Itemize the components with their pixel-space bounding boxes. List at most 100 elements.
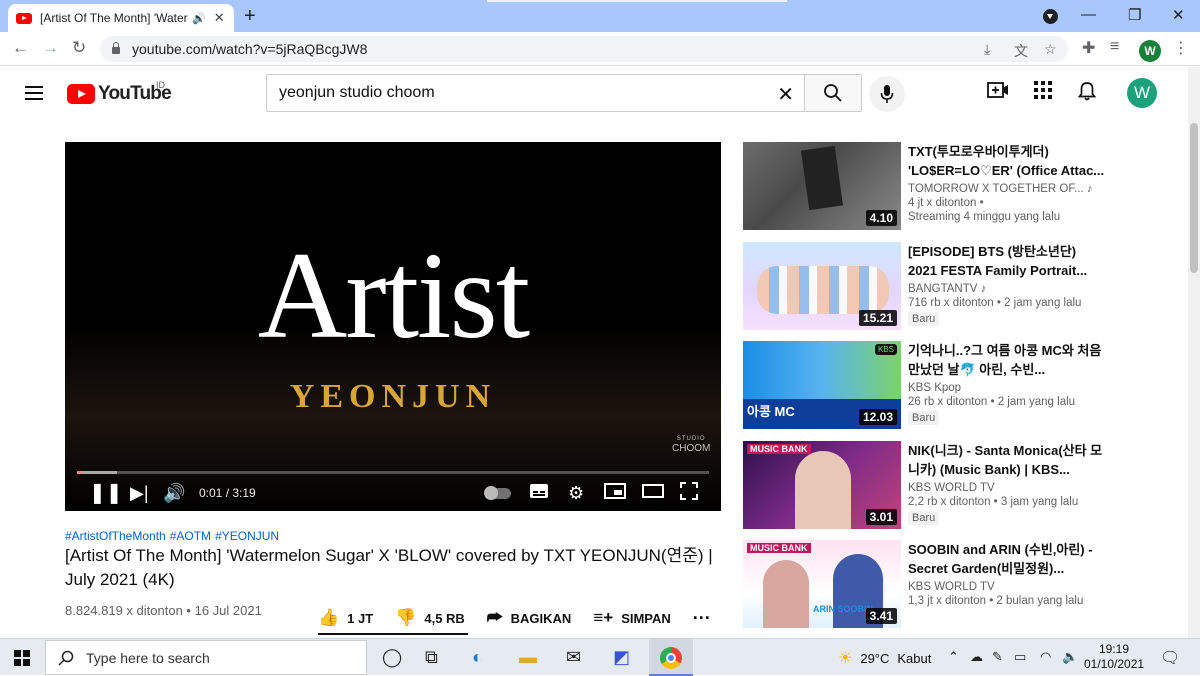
tab-close-icon[interactable]: ✕ bbox=[214, 10, 225, 26]
recommendation-channel[interactable]: BANGTANTV ♪ bbox=[908, 283, 1108, 295]
onedrive-cloud-icon[interactable]: ☁ bbox=[970, 649, 983, 665]
recommendation-info: NIK(니크) - Santa Monica(산타 모니카) (Music Ba… bbox=[908, 441, 1108, 526]
recommendation-channel[interactable]: KBS Kpop bbox=[908, 382, 1108, 394]
extensions-puzzle-icon[interactable]: ✚ bbox=[1082, 38, 1095, 58]
clock-date: 01/10/2021 bbox=[1084, 657, 1145, 671]
recommendation-title[interactable]: SOOBIN and ARIN (수빈,아린) - Secret Garden(… bbox=[908, 540, 1108, 578]
media-queue-icon[interactable]: ≡ bbox=[1110, 38, 1119, 56]
new-badge: Baru bbox=[908, 510, 940, 525]
recommendation-channel[interactable]: KBS WORLD TV bbox=[908, 482, 1108, 494]
hamburger-menu-icon[interactable] bbox=[25, 86, 43, 100]
taskbar-clock[interactable]: 19:19 01/10/2021 bbox=[1084, 642, 1144, 672]
recommendation-item[interactable]: 15.21 [EPISODE] BTS (방탄소년단) 2021 FESTA F… bbox=[743, 241, 1183, 342]
edge-browser-icon[interactable]: ◐ bbox=[472, 647, 483, 668]
watermark-text: CHOOM bbox=[672, 443, 711, 454]
theater-mode-icon[interactable] bbox=[642, 482, 664, 504]
install-app-icon[interactable]: ⤓ bbox=[984, 41, 990, 58]
task-view-icon[interactable]: ⧉ bbox=[425, 647, 438, 668]
like-button[interactable]: 👍 1 JT bbox=[318, 608, 373, 628]
recommendation-title[interactable]: TXT(투모로우바이투게더) 'LO$ER=LO♡ER' (Office Att… bbox=[908, 142, 1108, 180]
scrollbar-thumb[interactable] bbox=[1190, 123, 1198, 273]
mail-icon[interactable]: ✉ bbox=[566, 647, 581, 668]
back-arrow-icon[interactable]: ← bbox=[12, 38, 29, 58]
browser-menu-icon[interactable]: ⋮ bbox=[1173, 38, 1189, 58]
settings-gear-icon[interactable]: ⚙ bbox=[568, 482, 584, 504]
translate-icon[interactable]: 文 bbox=[1014, 41, 1028, 61]
volume-tray-icon[interactable]: 🔈 bbox=[1062, 649, 1078, 665]
account-avatar[interactable]: W bbox=[1127, 78, 1157, 108]
search-input-value: yeonjun studio choom bbox=[279, 84, 435, 101]
file-explorer-icon[interactable]: ▬ bbox=[519, 647, 537, 668]
video-player[interactable]: Artist YEONJUN STUDIO CHOOM ❚❚ ▶| 🔊 0:01… bbox=[65, 142, 721, 511]
search-button[interactable] bbox=[804, 74, 862, 112]
autoplay-toggle[interactable] bbox=[484, 486, 511, 500]
voice-search-button[interactable] bbox=[869, 76, 905, 112]
page-scrollbar[interactable] bbox=[1188, 67, 1200, 638]
taskbar-search-placeholder: Type here to search bbox=[86, 649, 210, 666]
browser-profile-avatar[interactable]: W bbox=[1139, 40, 1161, 62]
pause-icon[interactable]: ❚❚ bbox=[89, 482, 123, 504]
weather-widget[interactable]: ☀ 29°C Kabut bbox=[838, 648, 931, 668]
hashtags: #ArtistOfTheMonth #AOTM #YEONJUN bbox=[65, 529, 283, 543]
recommendation-item[interactable]: MUSIC BANK ARIN SOOBIN 3.41 SOOBIN and A… bbox=[743, 540, 1183, 640]
tab-search-icon[interactable] bbox=[1043, 9, 1058, 24]
new-tab-button[interactable]: + bbox=[244, 5, 256, 28]
hashtag-link[interactable]: #ArtistOfTheMonth bbox=[65, 529, 166, 543]
minimize-icon[interactable]: — bbox=[1081, 6, 1096, 23]
progress-bar[interactable] bbox=[77, 471, 709, 474]
browser-tab-active[interactable]: [Artist Of The Month] 'Watermelon Sugar'… bbox=[8, 4, 234, 32]
notifications-bell-icon[interactable] bbox=[1077, 81, 1097, 107]
more-actions-icon[interactable]: ··· bbox=[693, 608, 711, 629]
video-thumbnail[interactable]: 아콩 MC KBS 12.03 bbox=[743, 341, 901, 429]
fullscreen-icon[interactable] bbox=[680, 482, 698, 505]
recommendation-channel[interactable]: TOMORROW X TOGETHER OF... ♪ bbox=[908, 183, 1108, 195]
search-input[interactable]: yeonjun studio choom ✕ bbox=[266, 74, 804, 112]
address-url: youtube.com/watch?v=5jRaQBcgJW8 bbox=[132, 41, 368, 57]
time-display: 0:01 / 3:19 bbox=[199, 486, 256, 500]
apps-grid-icon[interactable] bbox=[1034, 81, 1052, 105]
share-button[interactable]: ⮫ BAGIKAN bbox=[487, 608, 572, 628]
restore-icon[interactable]: ❐ bbox=[1128, 6, 1141, 24]
pen-icon[interactable]: ✎ bbox=[992, 649, 1003, 665]
notification-center-icon[interactable]: 🗨 bbox=[1160, 648, 1180, 668]
chrome-taskbar-button[interactable] bbox=[649, 639, 693, 676]
video-thumbnail[interactable]: 15.21 bbox=[743, 241, 901, 330]
video-thumbnail[interactable]: MUSIC BANK 3.01 bbox=[743, 440, 901, 529]
volume-icon[interactable]: 🔊 bbox=[163, 482, 185, 504]
address-bar[interactable]: youtube.com/watch?v=5jRaQBcgJW8 ⤓ 文 ☆ bbox=[100, 36, 1068, 62]
thumbnail-text: 아콩 MC bbox=[747, 404, 795, 419]
country-code: ID bbox=[156, 80, 165, 90]
dislike-button[interactable]: 👎 4,5 RB bbox=[395, 608, 465, 628]
taskbar-search-box[interactable]: Type here to search bbox=[45, 640, 367, 675]
cortana-circle-icon[interactable]: ◯ bbox=[382, 647, 402, 668]
clear-search-icon[interactable]: ✕ bbox=[777, 82, 794, 107]
recommendation-title[interactable]: NIK(니크) - Santa Monica(산타 모니카) (Music Ba… bbox=[908, 441, 1108, 479]
recommendation-item[interactable]: 아콩 MC KBS 12.03 기억나니..?그 여름 아콩 MC와 처음 만났… bbox=[743, 341, 1183, 441]
bookmark-star-icon[interactable]: ☆ bbox=[1044, 41, 1057, 58]
recommendation-channel[interactable]: KBS WORLD TV bbox=[908, 581, 1108, 593]
close-window-icon[interactable]: ✕ bbox=[1172, 6, 1185, 24]
recommendation-title[interactable]: 기억나니..?그 여름 아콩 MC와 처음 만났던 날🐬 아린, 수빈... bbox=[908, 341, 1108, 379]
create-video-icon[interactable] bbox=[987, 81, 1009, 105]
save-button[interactable]: ≡+ SIMPAN bbox=[593, 608, 670, 628]
video-thumbnail[interactable]: MUSIC BANK ARIN SOOBIN 3.41 bbox=[743, 540, 901, 628]
windows-start-icon[interactable] bbox=[14, 650, 30, 666]
hashtag-link[interactable]: #YEONJUN bbox=[215, 529, 279, 543]
speaker-icon[interactable]: 🔊 bbox=[192, 12, 206, 25]
chevron-up-icon[interactable]: ⌃ bbox=[948, 649, 959, 665]
hashtag-link[interactable]: #AOTM bbox=[170, 529, 211, 543]
video-thumbnail[interactable]: 4.10 bbox=[743, 142, 901, 230]
battery-icon[interactable]: ▭ bbox=[1014, 649, 1026, 665]
subtitles-icon[interactable] bbox=[529, 482, 549, 504]
recommendation-item[interactable]: MUSIC BANK 3.01 NIK(니크) - Santa Monica(산… bbox=[743, 440, 1183, 541]
forward-arrow-icon[interactable]: → bbox=[42, 38, 59, 58]
wifi-icon[interactable]: ◠ bbox=[1040, 649, 1051, 665]
recommendation-info: SOOBIN and ARIN (수빈,아린) - Secret Garden(… bbox=[908, 540, 1108, 607]
next-video-icon[interactable]: ▶| bbox=[130, 482, 149, 504]
recommendation-item[interactable]: 4.10 TXT(투모로우바이투게더) 'LO$ER=LO♡ER' (Offic… bbox=[743, 142, 1183, 242]
miniplayer-icon[interactable] bbox=[604, 482, 626, 504]
recommendation-title[interactable]: [EPISODE] BTS (방탄소년단) 2021 FESTA Family … bbox=[908, 242, 1108, 280]
music-note-icon: ♪ bbox=[1086, 183, 1093, 195]
reload-icon[interactable]: ↻ bbox=[72, 38, 86, 58]
app-icon[interactable]: ◩ bbox=[613, 647, 630, 668]
